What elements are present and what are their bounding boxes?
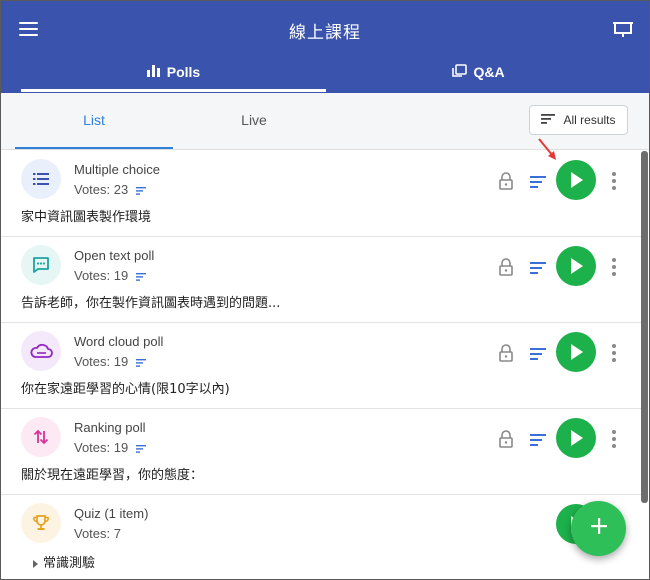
caret-right-icon xyxy=(33,559,38,568)
bar-chart-icon xyxy=(146,64,161,80)
votes-count: Votes: 23 xyxy=(74,182,147,198)
sort-lines-icon xyxy=(136,441,147,456)
all-results-label: All results xyxy=(563,113,616,127)
chat-bubbles-icon xyxy=(452,63,468,81)
results-icon[interactable] xyxy=(530,261,546,274)
poll-question: 關於現在遠距學習，你的態度： xyxy=(21,468,204,483)
more-options-icon[interactable] xyxy=(609,344,619,362)
play-button[interactable] xyxy=(556,418,596,458)
poll-type-label: Word cloud poll xyxy=(74,334,164,349)
sub-tab-indicator xyxy=(15,147,173,149)
votes-text: Votes: 23 xyxy=(74,182,129,197)
sort-lines-icon xyxy=(136,183,147,198)
sort-lines-icon xyxy=(136,355,147,370)
sort-lines-icon xyxy=(136,269,147,284)
quiz-title: 常識測驗 xyxy=(43,556,96,571)
lock-icon[interactable] xyxy=(498,258,514,276)
app-title: 線上課程 xyxy=(289,23,361,43)
poll-row[interactable]: Open text poll Votes: 19 告訴老師，你在製作資訊圖表時遇… xyxy=(1,236,641,323)
votes-count: Votes: 19 xyxy=(74,268,147,284)
poll-question: 家中資訊圖表製作環境 xyxy=(21,210,152,225)
cloud-icon xyxy=(21,331,61,371)
poll-row[interactable]: Quiz (1 item) Votes: 7 常識測驗 xyxy=(1,494,641,579)
play-button[interactable] xyxy=(556,246,596,286)
tab-list-label: List xyxy=(83,112,105,128)
sort-lines-icon xyxy=(541,113,556,127)
plus-icon xyxy=(590,517,608,540)
poll-type-label: Open text poll xyxy=(74,248,155,263)
annotation-arrow-icon xyxy=(538,138,556,160)
results-icon[interactable] xyxy=(530,433,546,446)
lock-icon[interactable] xyxy=(498,172,514,190)
votes-text: Votes: 19 xyxy=(74,268,129,283)
trophy-icon xyxy=(21,503,61,543)
poll-question: 你在家遠距學習的心情(限10字以內) xyxy=(21,382,230,397)
swap-arrows-icon xyxy=(21,417,61,457)
tab-live-label: Live xyxy=(241,112,267,128)
quiz-expander[interactable]: 常識測驗 xyxy=(33,552,95,571)
results-icon[interactable] xyxy=(530,175,546,188)
main-tabs: Polls Q&A xyxy=(1,51,649,93)
tab-qa[interactable]: Q&A xyxy=(326,51,631,93)
tab-qa-label: Q&A xyxy=(473,64,505,80)
tab-polls-label: Polls xyxy=(166,64,201,80)
results-icon[interactable] xyxy=(530,347,546,360)
scrollbar-thumb[interactable] xyxy=(641,151,648,503)
all-results-button[interactable]: All results xyxy=(529,105,628,135)
poll-row[interactable]: Ranking poll Votes: 19 關於現在遠距學習，你的態度： xyxy=(1,408,641,495)
lock-icon[interactable] xyxy=(498,430,514,448)
votes-text: Votes: 19 xyxy=(74,354,129,369)
poll-type-label: Ranking poll xyxy=(74,420,146,435)
more-options-icon[interactable] xyxy=(609,258,619,276)
tab-live[interactable]: Live xyxy=(173,93,335,147)
votes-text: Votes: 7 xyxy=(74,526,121,541)
poll-type-label: Multiple choice xyxy=(74,162,160,177)
add-poll-button[interactable] xyxy=(571,501,626,556)
message-icon xyxy=(21,245,61,285)
active-tab-indicator xyxy=(21,89,326,92)
tab-polls[interactable]: Polls xyxy=(21,51,326,93)
votes-count: Votes: 7 xyxy=(74,526,121,541)
tab-list[interactable]: List xyxy=(15,93,173,147)
play-button[interactable] xyxy=(556,160,596,200)
top-bar: 線上課程 Polls Q&A xyxy=(1,1,649,93)
screen-icon[interactable] xyxy=(613,20,633,38)
lock-icon[interactable] xyxy=(498,344,514,362)
poll-type-label: Quiz (1 item) xyxy=(74,506,149,521)
poll-question: 告訴老師，你在製作資訊圖表時遇到的問題... xyxy=(21,296,281,311)
poll-list: Multiple choice Votes: 23 家中資訊圖表製作環境 Ope… xyxy=(1,150,641,579)
votes-count: Votes: 19 xyxy=(74,354,147,370)
poll-row[interactable]: Word cloud poll Votes: 19 你在家遠距學習的心情(限10… xyxy=(1,322,641,409)
more-options-icon[interactable] xyxy=(609,430,619,448)
play-button[interactable] xyxy=(556,332,596,372)
votes-text: Votes: 19 xyxy=(74,440,129,455)
more-options-icon[interactable] xyxy=(609,172,619,190)
list-icon xyxy=(21,159,61,199)
app-window: 線上課程 Polls Q&A List Live All results Mul… xyxy=(0,0,650,580)
votes-count: Votes: 19 xyxy=(74,440,147,456)
